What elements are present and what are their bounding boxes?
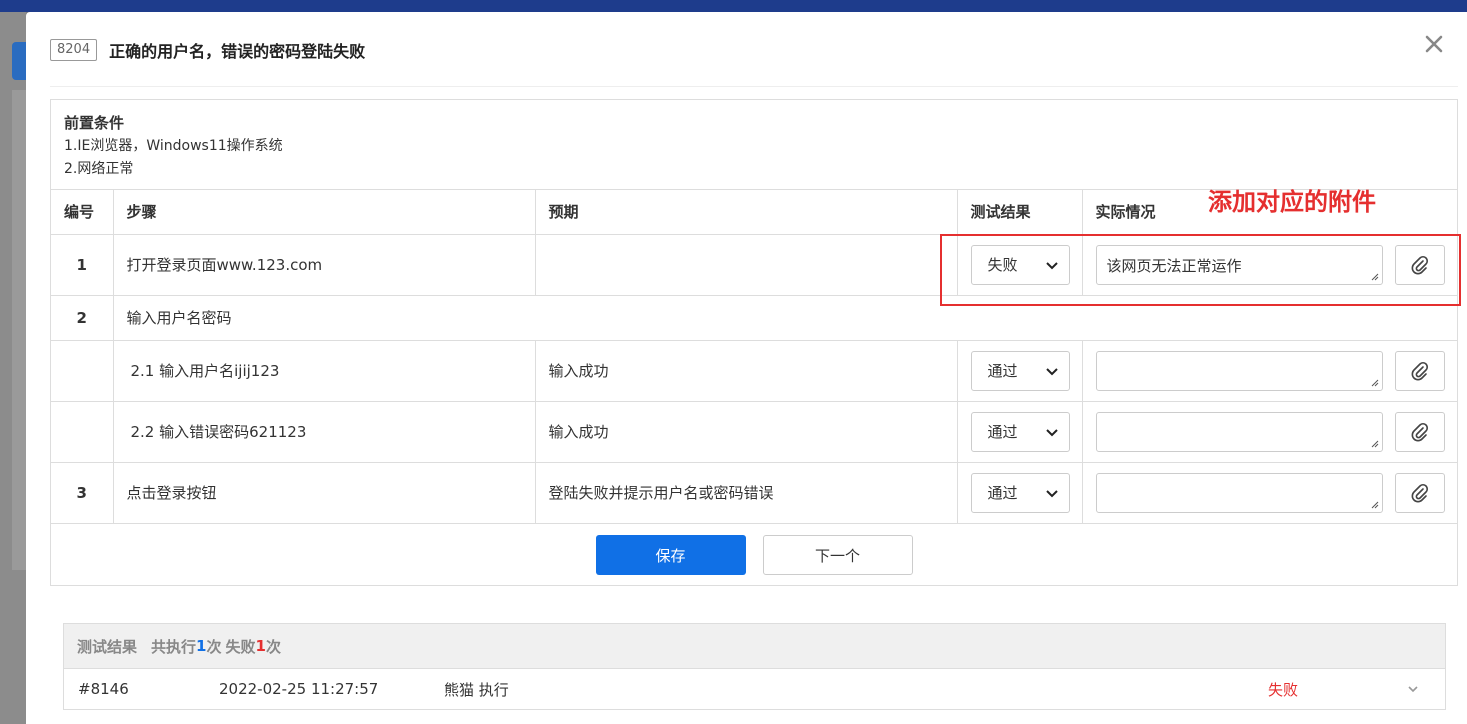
record-id: #8146 [78,680,129,698]
resize-grip-icon[interactable] [1369,438,1379,448]
case-id-badge: 8204 [50,39,98,61]
chevron-down-icon[interactable] [1406,682,1420,696]
attach-button[interactable] [1394,472,1445,513]
annotation-highlight-box [940,234,1461,306]
test-results-section: 测试结果 共执行 1 次 失败 1 次 #8146 2022-02-25 11:27:5… [63,623,1446,710]
action-buttons: 保存 下一个 [51,525,1457,585]
chevron-down-icon [1045,489,1058,497]
table-row: 2.1 输入用户名ijij123 输入成功 通过 [51,340,1457,402]
step-num [51,340,114,402]
fail-count: 1 [255,637,266,655]
precondition-title: 前置条件 [64,114,125,132]
results-label: 测试结果 [77,637,138,656]
col-header-result: 测试结果 [957,190,1083,235]
result-select[interactable]: 通过 [970,472,1070,513]
step-expect: 登陆失败并提示用户名或密码错误 [535,462,958,524]
table-row: 3 点击登录按钮 登陆失败并提示用户名或密码错误 通过 [51,462,1457,524]
precondition-line: 2.网络正常 [64,161,134,177]
step-expect: 输入成功 [535,401,958,463]
result-select-value: 通过 [987,484,1018,502]
step-expect [535,234,958,296]
attach-button[interactable] [1394,411,1445,452]
col-header-step: 步骤 [113,190,536,235]
results-header: 测试结果 共执行 1 次 失败 1 次 [64,624,1445,669]
case-steps-panel: 前置条件 1.IE浏览器，Windows11操作系统 2.网络正常 编号 步骤 … [50,99,1458,586]
result-select[interactable]: 通过 [970,411,1070,452]
step-text: 2.1 输入用户名ijij123 [113,340,536,402]
result-select[interactable]: 通过 [970,350,1070,391]
annotation-text: 添加对应的附件 [1208,188,1376,216]
actual-result-input[interactable] [1095,411,1383,452]
background-topbar [0,0,1467,12]
result-select-value: 通过 [987,362,1018,380]
exec-prefix: 共执行 [151,637,197,656]
record-status: 失败 [1268,680,1299,699]
modal-header: 8204 正确的用户名，错误的密码登陆失败 [50,36,1467,64]
col-header-expect: 预期 [535,190,958,235]
step-expect: 输入成功 [535,340,958,402]
chevron-down-icon [1045,367,1058,375]
header-divider [50,86,1458,87]
step-text: 点击登录按钮 [113,462,536,524]
background-panel [12,90,26,570]
close-icon[interactable] [1422,32,1448,58]
attach-button[interactable] [1394,350,1445,391]
resize-grip-icon[interactable] [1369,499,1379,509]
step-num [51,401,114,463]
run-case-modal: 8204 正确的用户名，错误的密码登陆失败 前置条件 1.IE浏览器，Windo… [26,12,1467,724]
resize-grip-icon[interactable] [1369,377,1379,387]
table-row: 2.2 输入错误密码621123 输入成功 通过 [51,401,1457,463]
step-text: 打开登录页面www.123.com [113,234,536,296]
step-num: 1 [51,234,114,296]
step-num: 3 [51,462,114,524]
exec-count: 1 [196,637,207,655]
fail-suffix: 次 [265,637,281,656]
case-title: 正确的用户名，错误的密码登陆失败 [109,42,366,61]
exec-suffix: 次 [206,637,222,656]
fail-prefix: 失败 [225,637,256,656]
save-button[interactable]: 保存 [595,535,746,575]
result-record-row[interactable]: #8146 2022-02-25 11:27:57 熊猫 执行 失败 [64,669,1445,709]
result-select-value: 通过 [987,423,1018,441]
paperclip-icon [1411,361,1428,380]
step-num: 2 [51,295,114,341]
paperclip-icon [1411,422,1428,441]
col-header-num: 编号 [51,190,114,235]
actual-result-input[interactable] [1095,350,1383,391]
precondition-section: 前置条件 1.IE浏览器，Windows11操作系统 2.网络正常 [51,100,1457,190]
step-text: 2.2 输入错误密码621123 [113,401,536,463]
next-button[interactable]: 下一个 [762,535,913,575]
paperclip-icon [1411,483,1428,502]
actual-result-input[interactable] [1095,472,1383,513]
chevron-down-icon [1045,428,1058,436]
record-user: 熊猫 执行 [444,680,509,699]
record-date: 2022-02-25 11:27:57 [219,680,379,698]
precondition-line: 1.IE浏览器，Windows11操作系统 [64,138,283,154]
